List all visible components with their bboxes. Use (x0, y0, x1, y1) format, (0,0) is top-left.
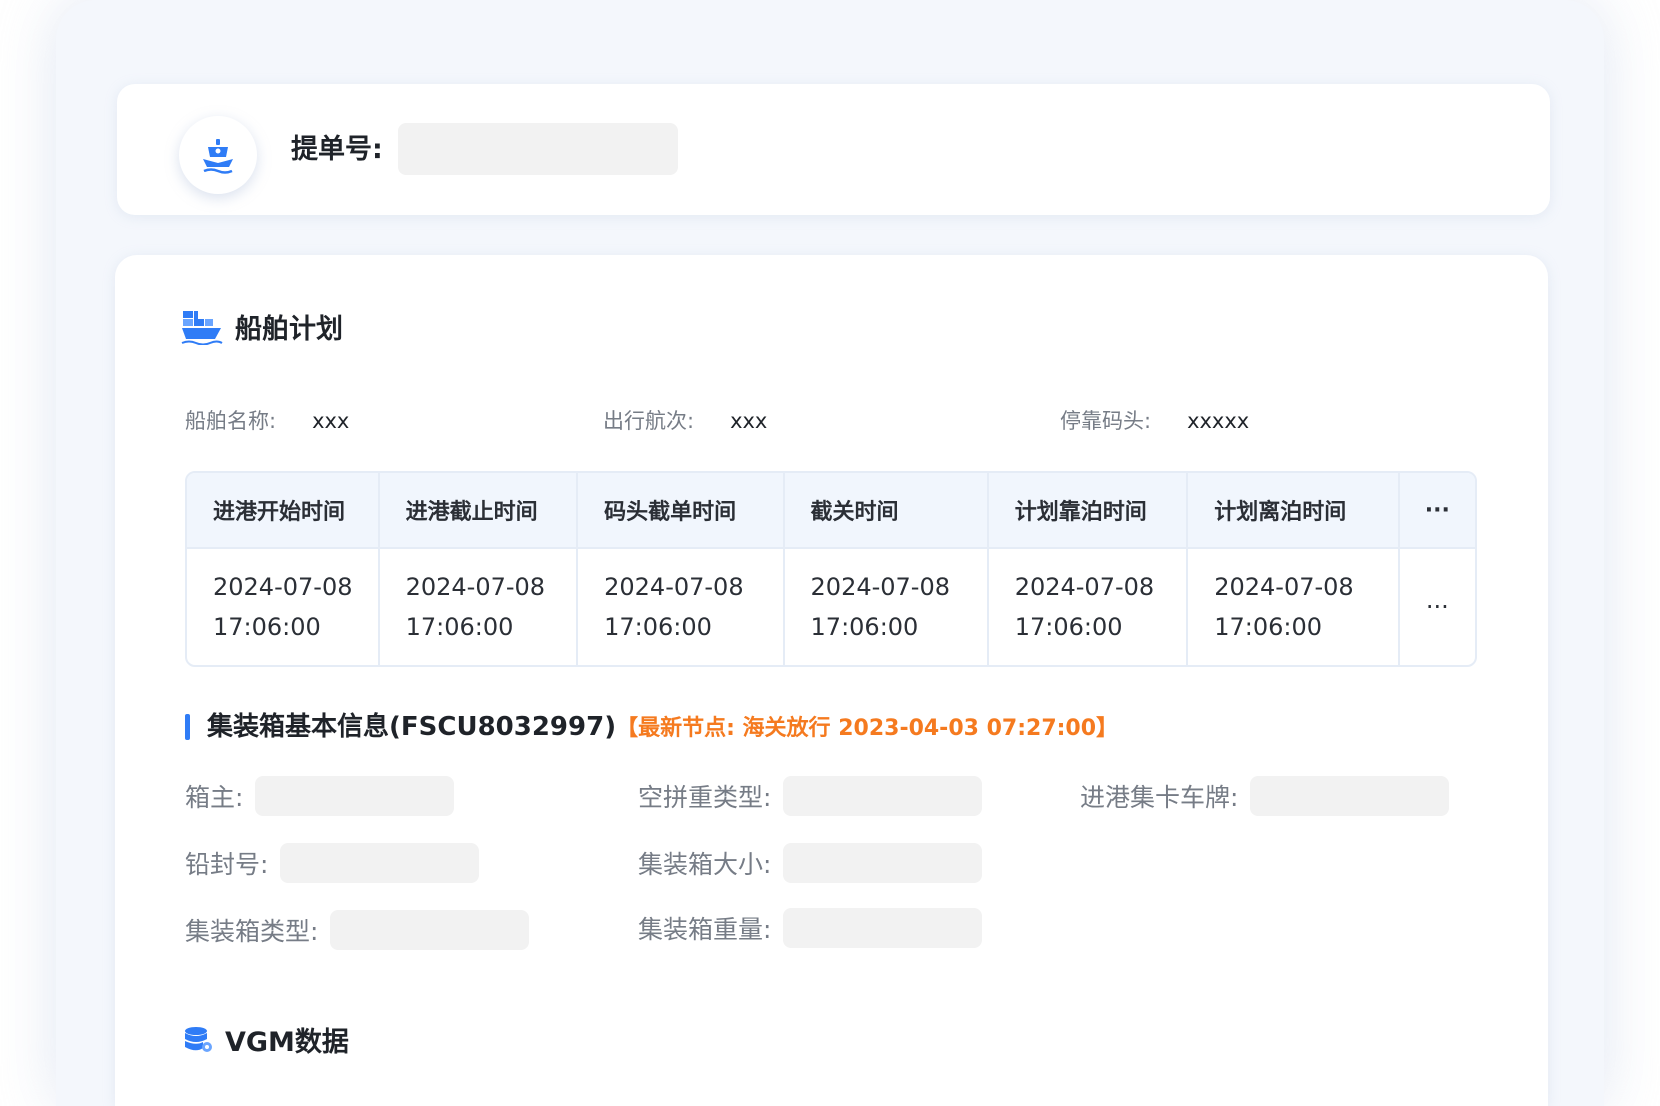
vessel-name-row: 船舶名称: xxx (185, 406, 349, 436)
container-size-label: 集装箱大小: (638, 850, 772, 879)
latest-node-status: 【最新节点: 海关放行 2023-04-03 07:27:00】 (616, 716, 1119, 741)
container-owner-value (255, 776, 455, 816)
vessel-name-label: 船舶名称: (185, 409, 277, 433)
bill-of-lading-card: 提单号: (117, 84, 1550, 215)
truck-plate-field: 进港集卡车牌: (1080, 776, 1450, 816)
table-cell: 2024-07-08 17:06:00 (989, 549, 1189, 665)
table-cell: 2024-07-08 17:06:00 (380, 549, 579, 665)
container-size-field: 集装箱大小: (638, 843, 983, 883)
table-header: 截关时间 (784, 473, 989, 549)
terminal-label: 停靠码头: (1060, 409, 1152, 433)
vgm-heading: VGM数据 (183, 1020, 349, 1059)
container-weight-label: 集装箱重量: (638, 915, 772, 944)
container-type-field: 集装箱类型: (185, 910, 530, 950)
load-type-field: 空拼重类型: (638, 776, 983, 816)
more-cells-button[interactable]: ··· (1400, 549, 1475, 665)
container-info-heading: 集装箱基本信息(FSCU8032997)【最新节点: 海关放行 2023-04-… (207, 707, 1118, 749)
vessel-plan-title: 船舶计划 (235, 314, 343, 345)
vessel-plan-heading: 船舶计划 (181, 307, 343, 346)
seal-number-field: 铅封号: (185, 843, 480, 883)
table-header: 计划离泊时间 (1188, 473, 1400, 549)
voyage-value: xxx (730, 409, 768, 433)
vessel-plan-table: 进港开始时间 进港截止时间 码头截单时间 截关时间 计划靠泊时间 计划离泊时间 … (185, 471, 1477, 667)
voyage-label: 出行航次: (603, 409, 695, 433)
section-accent-bar (185, 714, 190, 740)
table-header-row: 进港开始时间 进港截止时间 码头截单时间 截关时间 计划靠泊时间 计划离泊时间 … (187, 473, 1475, 549)
truck-plate-label: 进港集卡车牌: (1080, 783, 1239, 812)
table-cell: 2024-07-08 17:06:00 (187, 549, 380, 665)
table-header: 码头截单时间 (578, 473, 785, 549)
load-type-value (783, 776, 983, 816)
container-owner-field: 箱主: (185, 776, 455, 816)
main-card: 船舶计划 船舶名称: xxx 出行航次: xxx 停靠码头: xxxxx 进港开始时间… (115, 255, 1548, 1106)
database-icon (183, 1025, 213, 1055)
container-weight-field: 集装箱重量: (638, 908, 983, 948)
table-row: 2024-07-08 17:06:00 2024-07-08 17:06:00 20… (187, 549, 1475, 665)
container-size-value (783, 843, 983, 883)
container-owner-label: 箱主: (185, 783, 244, 812)
voyage-row: 出行航次: xxx (603, 406, 767, 436)
vessel-name-value: xxx (312, 409, 350, 433)
terminal-value: xxxxx (1187, 409, 1250, 433)
container-weight-value (783, 908, 983, 948)
table-cell: 2024-07-08 17:06:00 (785, 549, 989, 665)
table-header: 计划靠泊时间 (988, 473, 1189, 549)
container-info-title: 集装箱基本信息(FSCU8032997) (207, 712, 617, 742)
table-header: 进港开始时间 (187, 473, 380, 549)
container-type-value (330, 910, 530, 950)
load-type-label: 空拼重类型: (638, 783, 772, 812)
seal-number-value (280, 843, 480, 883)
ship-icon (179, 116, 257, 194)
table-cell: 2024-07-08 17:06:00 (1188, 549, 1400, 665)
bill-of-lading-input[interactable] (398, 123, 678, 175)
vgm-title: VGM数据 (225, 1027, 349, 1058)
truck-plate-value (1250, 776, 1450, 816)
container-ship-icon (181, 309, 223, 345)
seal-number-label: 铅封号: (185, 850, 269, 879)
table-header: 进港截止时间 (379, 473, 579, 549)
bill-of-lading-label: 提单号: (291, 134, 383, 165)
more-columns-button[interactable]: ··· (1399, 473, 1475, 549)
container-type-label: 集装箱类型: (185, 917, 319, 946)
table-cell: 2024-07-08 17:06:00 (578, 549, 785, 665)
terminal-row: 停靠码头: xxxxx (1060, 406, 1249, 436)
